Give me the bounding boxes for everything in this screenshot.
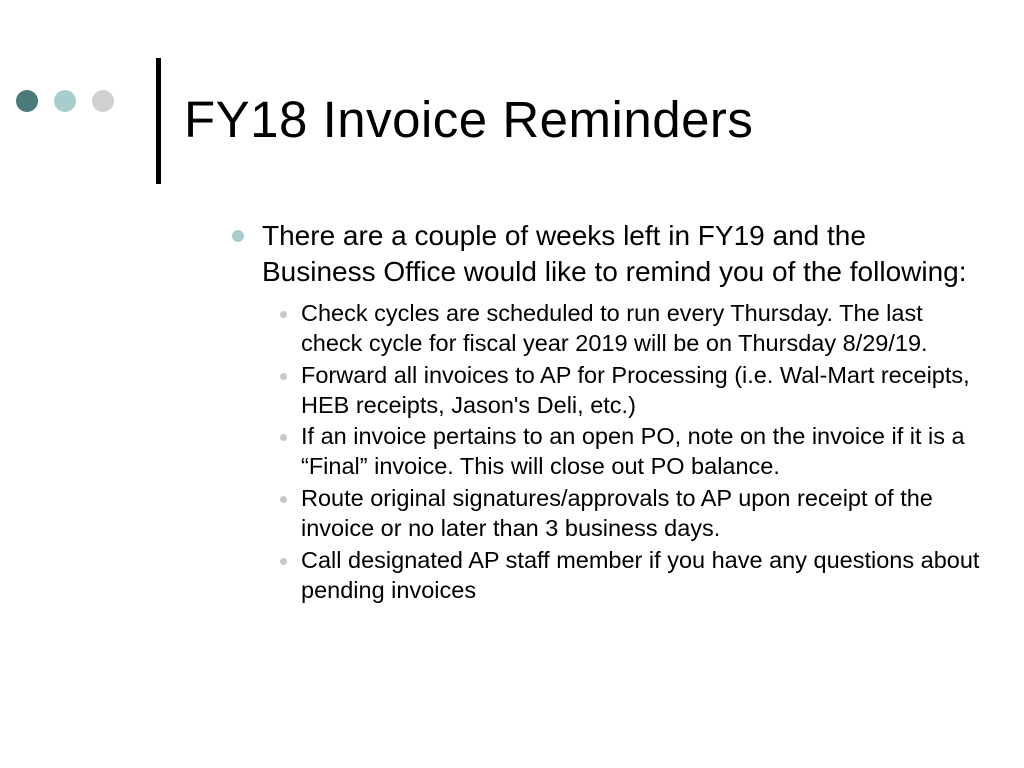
sub-bullet-text: Forward all invoices to AP for Processin…	[301, 361, 984, 421]
main-bullet: There are a couple of weeks left in FY19…	[232, 218, 984, 289]
dot-gray-icon	[92, 90, 114, 112]
sub-bullet-text: Route original signatures/approvals to A…	[301, 484, 984, 544]
main-bullet-text: There are a couple of weeks left in FY19…	[262, 218, 984, 289]
sub-bullet-circle-icon	[280, 434, 287, 441]
list-item: Check cycles are scheduled to run every …	[280, 299, 984, 359]
slide-header: FY18 Invoice Reminders	[0, 30, 1024, 160]
sub-bullet-circle-icon	[280, 558, 287, 565]
vertical-divider	[156, 58, 161, 184]
slide-content: There are a couple of weeks left in FY19…	[232, 218, 984, 608]
sub-bullets-list: Check cycles are scheduled to run every …	[280, 299, 984, 605]
list-item: Route original signatures/approvals to A…	[280, 484, 984, 544]
list-item: Call designated AP staff member if you h…	[280, 546, 984, 606]
sub-bullet-text: If an invoice pertains to an open PO, no…	[301, 422, 984, 482]
list-item: If an invoice pertains to an open PO, no…	[280, 422, 984, 482]
sub-bullet-circle-icon	[280, 311, 287, 318]
sub-bullet-text: Call designated AP staff member if you h…	[301, 546, 984, 606]
slide-title: FY18 Invoice Reminders	[184, 90, 753, 149]
dot-teal-icon	[16, 90, 38, 112]
sub-bullet-text: Check cycles are scheduled to run every …	[301, 299, 984, 359]
list-item: Forward all invoices to AP for Processin…	[280, 361, 984, 421]
decorative-dots	[16, 90, 114, 112]
sub-bullet-circle-icon	[280, 373, 287, 380]
sub-bullet-circle-icon	[280, 496, 287, 503]
dot-lightteal-icon	[54, 90, 76, 112]
bullet-circle-icon	[232, 230, 244, 242]
